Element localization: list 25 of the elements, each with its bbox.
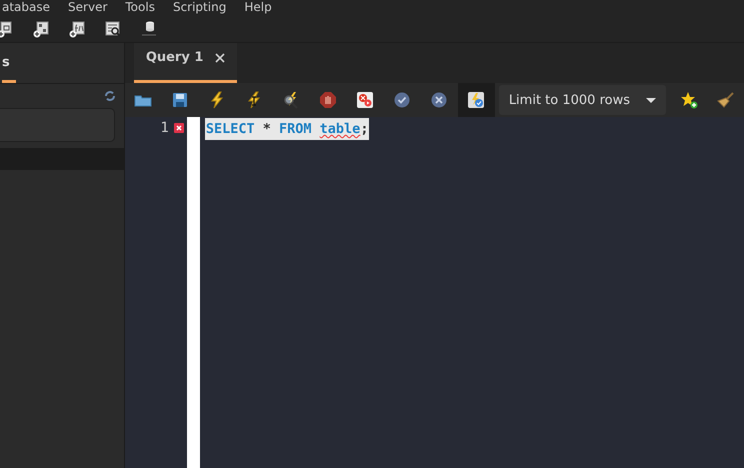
menu-item[interactable]: atabase	[2, 0, 50, 15]
stop-hand-icon[interactable]	[319, 91, 338, 109]
refresh-icon[interactable]	[104, 90, 116, 102]
lightning-magnifier-icon[interactable]	[282, 91, 300, 109]
lightning-check-icon[interactable]	[467, 91, 486, 109]
new-routine-icon[interactable]	[32, 20, 50, 38]
broom-icon[interactable]	[716, 91, 734, 109]
menu-item[interactable]: Server	[68, 0, 108, 15]
line-number: 1	[160, 120, 169, 136]
close-icon[interactable]	[215, 52, 226, 62]
check-circle-icon[interactable]	[393, 91, 412, 109]
magnifier-icon[interactable]	[104, 20, 122, 38]
x-circle-icon[interactable]	[430, 91, 448, 109]
menu-item[interactable]: Tools	[125, 0, 155, 15]
database-icon[interactable]	[140, 20, 158, 38]
error-stop-icon[interactable]	[356, 91, 374, 109]
new-function-icon[interactable]	[68, 20, 86, 38]
save-icon[interactable]	[171, 91, 190, 109]
limit-dropdown[interactable]: Limit to 1000 rows	[498, 85, 666, 115]
sidebar-tab[interactable]: s	[2, 55, 16, 83]
query-tab[interactable]: Query 1	[134, 43, 238, 83]
star-plus-icon[interactable]	[680, 91, 698, 109]
menu-item[interactable]: Help	[244, 0, 272, 15]
menu-item[interactable]: Scripting	[172, 0, 226, 15]
new-view-icon[interactable]	[0, 20, 14, 38]
